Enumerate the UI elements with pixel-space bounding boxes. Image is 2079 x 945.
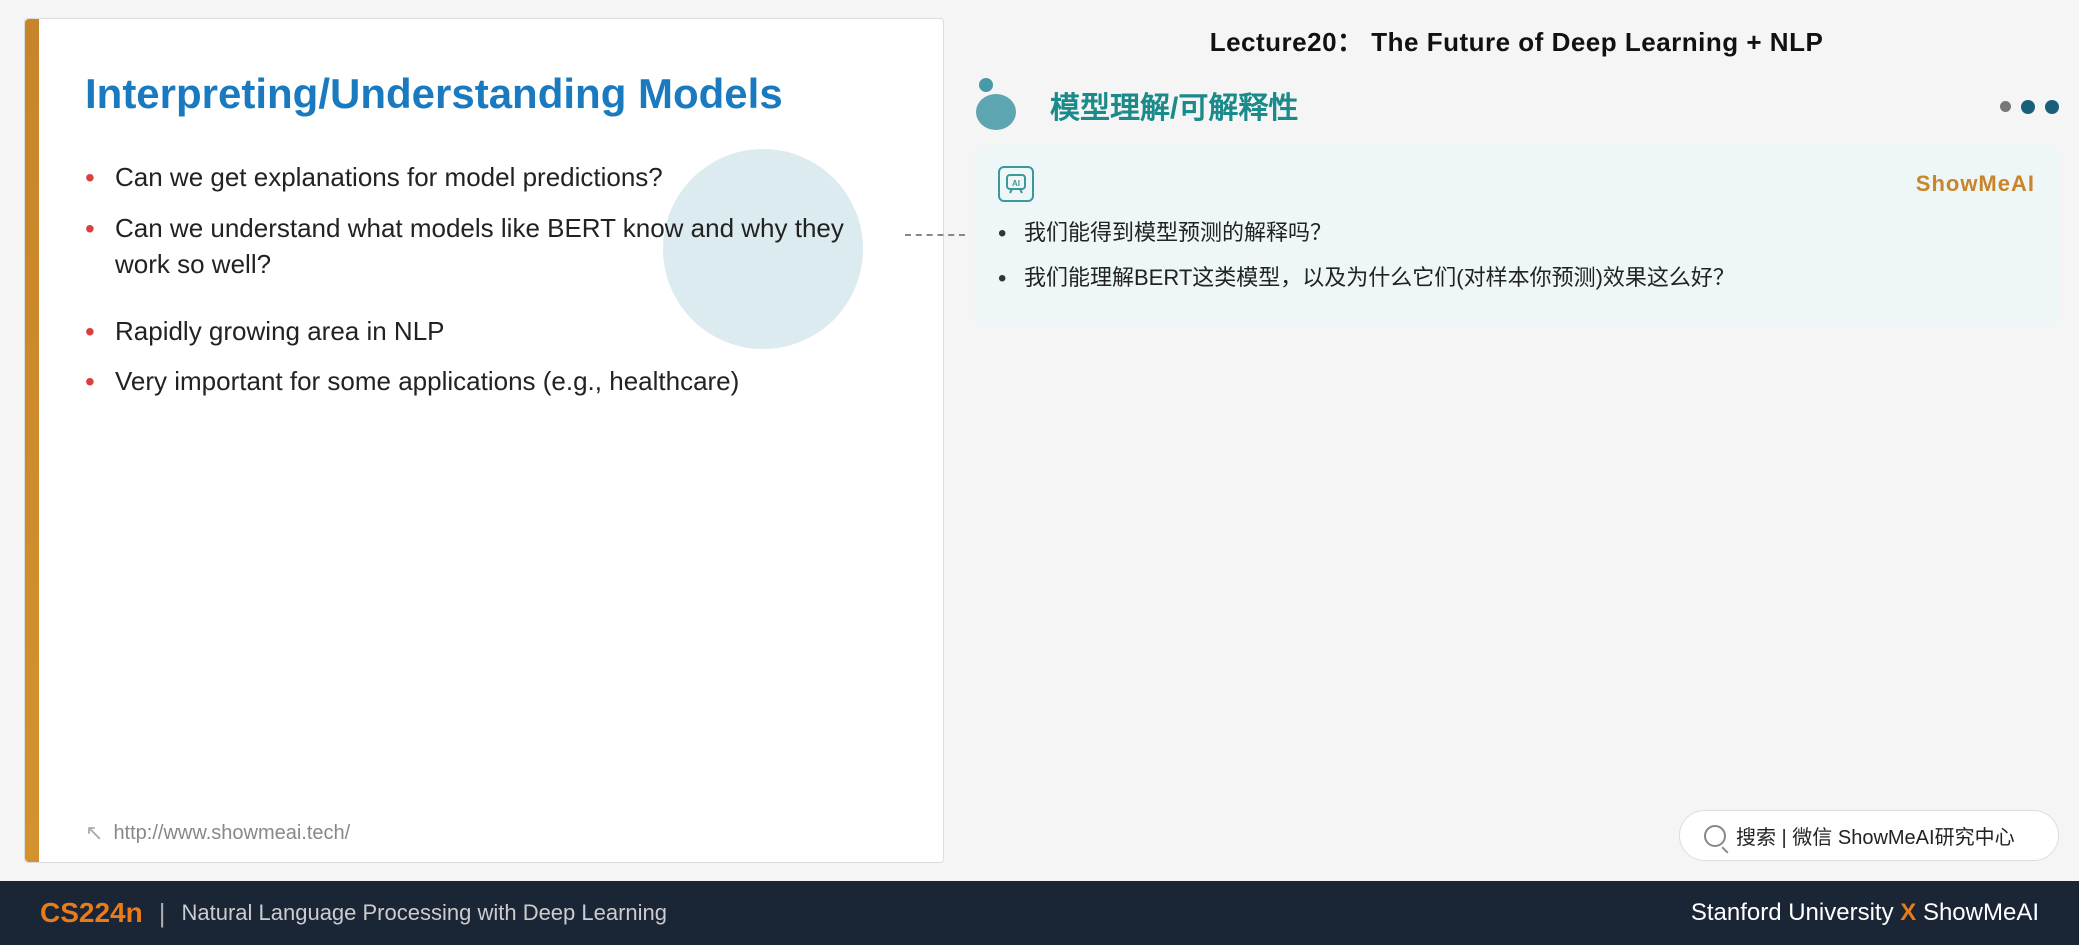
x-mark: X — [1900, 899, 1923, 926]
showmeai-brand: ShowMeAI — [1916, 171, 2035, 197]
bullet-1: Can we get explanations for model predic… — [85, 159, 883, 195]
dot-3 — [2045, 100, 2059, 114]
translation-card: AI ShowMeAI 我们能得到模型预测的解释吗？ 我们能理解BERT这类模型… — [974, 146, 2059, 326]
course-code: CS224n — [40, 897, 143, 929]
section-header: 模型理解/可解释性 — [974, 77, 2059, 132]
translation-bullets: 我们能得到模型预测的解释吗？ 我们能理解BERT这类模型，以及为什么它们(对样本… — [998, 216, 2035, 294]
search-icon — [1704, 825, 1726, 847]
search-bar[interactable]: 搜索 | 微信 ShowMeAI研究中心 — [1679, 810, 2059, 861]
ai-icon: AI — [998, 166, 1034, 202]
nav-dots — [2000, 96, 2059, 114]
search-bar-container: 搜索 | 微信 ShowMeAI研究中心 — [974, 810, 2059, 871]
section-title-cn: 模型理解/可解释性 — [1050, 83, 1298, 127]
slide-bullets-group2: Rapidly growing area in NLP Very importa… — [85, 313, 883, 400]
model-icon — [974, 77, 1034, 132]
dot-2 — [2021, 100, 2035, 114]
bottom-right: Stanford University X ShowMeAI — [1691, 899, 2039, 927]
slide-title: Interpreting/Understanding Models — [85, 69, 883, 119]
cursor-icon: ↖ — [85, 820, 103, 846]
bottom-brand: ShowMeAI — [1923, 899, 2039, 926]
bullet-3: Rapidly growing area in NLP — [85, 313, 883, 349]
bottom-bar: CS224n | Natural Language Processing wit… — [0, 881, 2079, 945]
svg-text:AI: AI — [1012, 179, 1020, 188]
slide-panel: Interpreting/Understanding Models Can we… — [24, 18, 944, 863]
bottom-divider: | — [159, 898, 166, 929]
course-name: Natural Language Processing with Deep Le… — [181, 900, 667, 926]
right-panel: Lecture20： The Future of Deep Learning +… — [964, 0, 2079, 881]
bullet-2: Can we understand what models like BERT … — [85, 210, 883, 283]
slide-bullets-group1: Can we get explanations for model predic… — [85, 159, 883, 282]
cn-bullet-2: 我们能理解BERT这类模型，以及为什么它们(对样本你预测)效果这么好？ — [998, 261, 2035, 294]
lecture-title: Lecture20： The Future of Deep Learning +… — [974, 10, 2059, 69]
bullet-4: Very important for some applications (e.… — [85, 363, 883, 399]
slide-footer: ↖ http://www.showmeai.tech/ — [25, 804, 943, 862]
arrow-line — [905, 234, 965, 236]
dot-1 — [2000, 101, 2011, 112]
university-name: Stanford University — [1691, 899, 1894, 926]
footer-url: http://www.showmeai.tech/ — [113, 822, 350, 845]
slide-left-bar — [25, 19, 39, 862]
card-header: AI ShowMeAI — [998, 166, 2035, 202]
search-text: 搜索 | 微信 ShowMeAI研究中心 — [1736, 821, 2015, 850]
cn-bullet-1: 我们能得到模型预测的解释吗？ — [998, 216, 2035, 249]
